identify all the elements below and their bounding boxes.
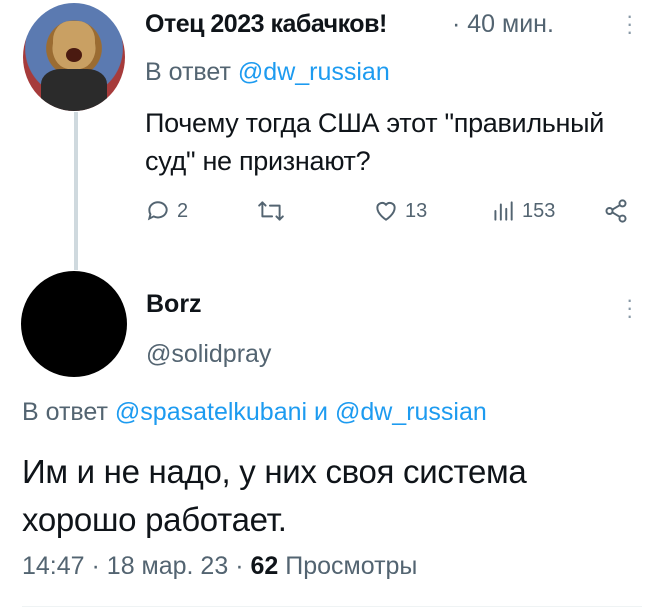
reply-mention[interactable]: @dw_russian bbox=[335, 398, 487, 426]
reply-to-line: В ответ @dw_russian bbox=[145, 58, 390, 87]
separator-dot: · bbox=[91, 552, 100, 580]
separator-dot: · bbox=[235, 552, 244, 580]
heart-icon bbox=[376, 201, 396, 221]
share-icon bbox=[605, 199, 627, 223]
reply-mention[interactable]: @dw_russian bbox=[238, 58, 390, 86]
avatar[interactable] bbox=[21, 271, 127, 377]
retweet-icon bbox=[258, 201, 284, 221]
more-dots-icon[interactable]: · · · bbox=[626, 5, 633, 43]
reply-count: 2 bbox=[177, 199, 189, 222]
author-name[interactable]: Отец 2023 кабачков! bbox=[145, 10, 387, 39]
author-name[interactable]: Borz bbox=[146, 290, 202, 319]
avatar-mouth bbox=[66, 48, 82, 62]
avatar-body bbox=[41, 69, 107, 111]
retweet-button[interactable] bbox=[257, 198, 291, 224]
thread-connector-line bbox=[74, 112, 78, 270]
reply-prefix: В ответ bbox=[22, 398, 108, 426]
more-dots-icon[interactable]: · · · bbox=[626, 289, 633, 327]
views-button[interactable]: 153 bbox=[490, 198, 555, 224]
reply-button[interactable]: 2 bbox=[145, 198, 188, 224]
tweet-actions: 2 13 153 bbox=[145, 198, 635, 230]
reply-icon bbox=[147, 201, 168, 221]
divider bbox=[22, 606, 642, 607]
author-handle[interactable]: @solidpray bbox=[146, 340, 271, 369]
tweet-time[interactable]: · 40 мин. bbox=[452, 10, 554, 39]
bar-chart-icon bbox=[494, 201, 513, 221]
like-button[interactable]: 13 bbox=[373, 198, 427, 224]
reply-prefix: В ответ bbox=[145, 58, 231, 86]
views-label: Просмотры bbox=[285, 552, 418, 580]
tweet-time[interactable]: 14:47 bbox=[22, 552, 85, 580]
share-button[interactable] bbox=[603, 198, 629, 224]
reply-mention[interactable]: @spasatelkubani bbox=[115, 398, 307, 426]
views-count: 153 bbox=[522, 199, 556, 222]
views-count: 62 bbox=[250, 552, 279, 580]
reply-and: и bbox=[314, 398, 328, 426]
like-count: 13 bbox=[405, 199, 428, 222]
avatar[interactable] bbox=[23, 3, 125, 111]
tweet-text: Им и не надо, у них своя система хорошо … bbox=[22, 453, 527, 538]
tweet-meta: 14:47 · 18 мар. 23 · 62 Просмотры bbox=[22, 552, 417, 581]
tweet-date[interactable]: 18 мар. 23 bbox=[107, 552, 228, 580]
tweet-text: Почему тогда США этот "правильный суд" н… bbox=[145, 108, 605, 176]
reply-to-line: В ответ @spasatelkubani и @dw_russian bbox=[22, 398, 487, 427]
